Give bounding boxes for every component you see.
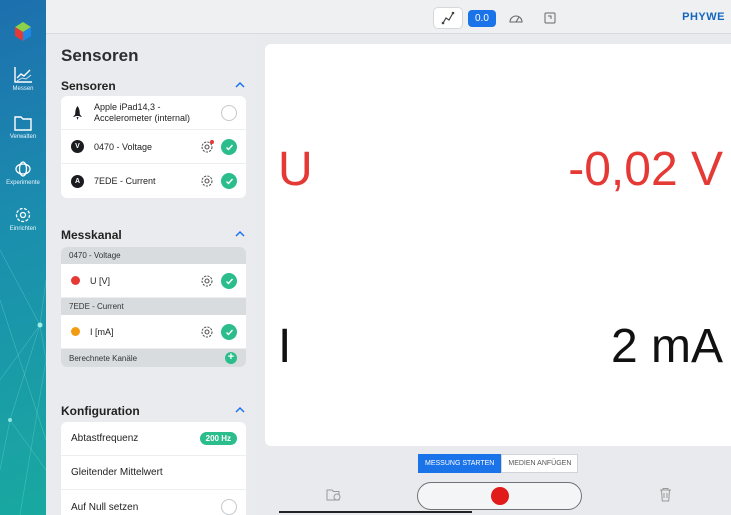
zero-row[interactable]: Auf Null setzen <box>61 490 246 515</box>
measurement-display: U -0,02 V I 2 mA <box>265 44 731 446</box>
config-list: Abtastfrequenz 200 Hz Gleitender Mittelw… <box>61 422 246 515</box>
zero-toggle[interactable] <box>221 499 237 515</box>
channel-item[interactable]: I [mA] <box>61 315 246 349</box>
settings-gear-icon[interactable] <box>200 140 214 154</box>
zero-label: Auf Null setzen <box>71 501 139 513</box>
selected-check[interactable] <box>221 173 237 189</box>
sensor-item[interactable]: A 7EDE - Current <box>61 164 246 198</box>
graph-icon <box>441 11 455 25</box>
sample-rate-value[interactable]: 200 Hz <box>199 432 237 445</box>
folder-icon <box>14 116 32 131</box>
chevron-up-icon[interactable] <box>234 79 246 91</box>
config-section-header[interactable]: Konfiguration <box>61 404 246 418</box>
add-channel-button[interactable]: + <box>225 352 237 364</box>
computed-channels-label: Berechnete Kanäle <box>69 353 138 363</box>
settings-gear-icon[interactable] <box>200 274 214 288</box>
attach-media-tab[interactable]: MEDIEN ANFÜGEN <box>501 454 579 473</box>
graph-view-button[interactable] <box>434 8 462 28</box>
sensors-list: Apple iPad14,3 - Accelerometer (internal… <box>61 96 246 198</box>
rail-item-verwalten[interactable]: Verwalten <box>0 114 46 140</box>
voltage-value: -0,02 V <box>568 143 723 196</box>
record-dot <box>491 487 509 505</box>
voltage-symbol: U <box>278 143 313 196</box>
check-icon <box>225 329 233 336</box>
brand-logo: PHYWE <box>682 11 725 23</box>
section-title: Konfiguration <box>61 404 140 418</box>
current-value: 2 mA <box>610 320 723 373</box>
experiments-icon <box>15 161 31 177</box>
action-tabs: MESSUNG STARTEN MEDIEN ANFÜGEN <box>418 454 579 473</box>
app-logo[interactable] <box>11 20 35 44</box>
rail-item-experimente[interactable]: Experimente <box>0 160 46 186</box>
settings-gear-icon[interactable] <box>200 325 214 339</box>
start-measurement-tab[interactable]: MESSUNG STARTEN <box>418 454 502 473</box>
folder-clock-icon[interactable] <box>326 487 342 502</box>
channel-item[interactable]: U [V] <box>61 264 246 298</box>
view-mode-group: 0.0 <box>434 8 564 28</box>
sensor-item[interactable]: V 0470 - Voltage <box>61 130 246 164</box>
chevron-up-icon[interactable] <box>234 404 246 416</box>
sensor-label: Apple iPad14,3 - Accelerometer (internal… <box>94 101 191 123</box>
left-rail: Messen Verwalten Experimente Einrichten <box>0 0 46 515</box>
channel-color-dot <box>71 276 80 285</box>
channel-color-dot <box>71 327 80 336</box>
rail-label: Experimente <box>6 180 40 186</box>
channel-label: U [V] <box>90 275 111 286</box>
check-icon <box>225 144 233 151</box>
trash-icon[interactable] <box>659 487 672 502</box>
chevron-up-icon[interactable] <box>234 228 246 240</box>
gauge-icon <box>509 15 523 23</box>
computed-channels-row[interactable]: Berechnete Kanäle + <box>61 349 246 367</box>
channels-list: 0470 - Voltage U [V] 7EDE - Current I [m… <box>61 247 246 367</box>
home-indicator <box>279 511 472 513</box>
rocket-icon <box>73 105 82 120</box>
rail-item-einrichten[interactable]: Einrichten <box>0 206 46 232</box>
sensor-badge: V <box>71 140 84 153</box>
channel-label: I [mA] <box>90 326 114 337</box>
check-icon <box>225 278 233 285</box>
gear-icon <box>15 207 31 223</box>
check-icon <box>225 178 233 185</box>
sensor-badge: A <box>71 174 84 188</box>
sensor-panel: Sensoren Sensoren Apple iPad14,3 - Accel… <box>46 34 256 515</box>
sensor-item[interactable]: Apple iPad14,3 - Accelerometer (internal… <box>61 96 246 130</box>
channel-group-header: 0470 - Voltage <box>61 247 246 264</box>
rail-label: Verwalten <box>9 134 37 140</box>
selected-check[interactable] <box>221 273 237 289</box>
channels-section-header[interactable]: Messkanal <box>61 228 246 242</box>
sensors-section-header[interactable]: Sensoren <box>61 79 246 93</box>
sensor-label: 0470 - Voltage <box>94 141 153 152</box>
section-title: Sensoren <box>61 79 116 93</box>
moving-average-row[interactable]: Gleitender Mittelwert <box>61 456 246 490</box>
fullscreen-button[interactable] <box>536 8 564 28</box>
section-title: Messkanal <box>61 228 122 242</box>
rail-item-messen[interactable]: Messen <box>0 66 46 92</box>
panel-title: Sensoren <box>61 46 139 65</box>
rail-label: Einrichten <box>9 226 37 232</box>
settings-gear-icon[interactable] <box>200 174 214 188</box>
sample-rate-row[interactable]: Abtastfrequenz 200 Hz <box>61 422 246 456</box>
expand-icon <box>544 12 556 24</box>
current-symbol: I <box>278 320 292 373</box>
digital-view-button[interactable]: 0.0 <box>468 9 496 27</box>
rail-label: Messen <box>12 86 34 92</box>
sample-rate-label: Abtastfrequenz <box>71 433 139 444</box>
selected-check[interactable] <box>221 139 237 155</box>
sensor-label: 7EDE - Current <box>94 176 156 186</box>
gauge-view-button[interactable] <box>502 8 530 28</box>
top-toolbar: 0.0 PHYWE <box>46 0 731 34</box>
record-button[interactable] <box>417 482 582 510</box>
moving-average-label: Gleitender Mittelwert <box>71 467 163 478</box>
channel-group-header: 7EDE - Current <box>61 298 246 315</box>
select-checkbox[interactable] <box>221 105 237 121</box>
selected-check[interactable] <box>221 324 237 340</box>
chart-icon <box>14 67 32 83</box>
